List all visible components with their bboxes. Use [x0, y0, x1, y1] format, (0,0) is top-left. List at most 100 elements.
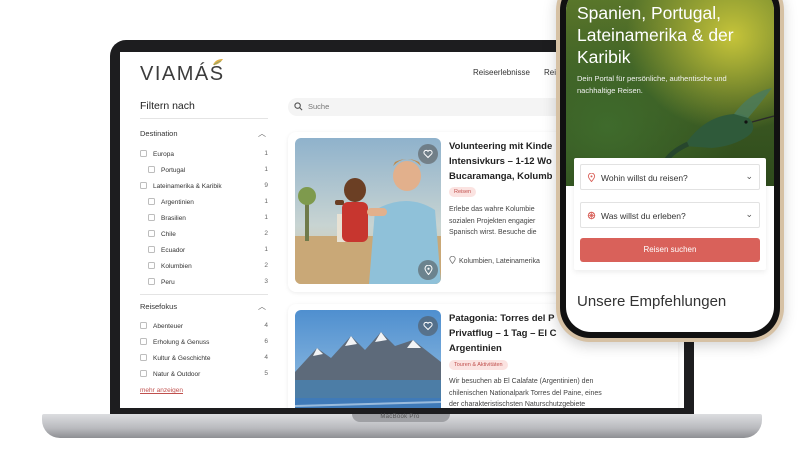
option-label: Europa: [153, 151, 174, 158]
card-location: Kolumbien, Lateinamerika: [449, 255, 540, 265]
checkbox[interactable]: [140, 182, 147, 189]
card-description: Wir besuchen ab El Calafate (Argentinien…: [449, 376, 684, 408]
checkbox[interactable]: [140, 322, 147, 329]
site-logo[interactable]: VIAMÁS: [140, 63, 225, 86]
card-desc-line: der charakteristischsten Naturschutzgebi…: [449, 401, 586, 408]
option-label: Natur & Outdoor: [153, 371, 201, 378]
checkbox[interactable]: [148, 230, 155, 237]
option-count: 2: [264, 262, 268, 269]
option-label: Lateinamerika & Karibik: [153, 183, 222, 190]
option-count: 5: [264, 370, 268, 377]
search-icon: [294, 102, 303, 111]
option-count: 4: [264, 354, 268, 361]
filter-option-kultur[interactable]: Kultur & Geschichte: [140, 354, 210, 362]
option-count: 3: [264, 278, 268, 285]
search-input[interactable]: [308, 102, 508, 111]
option-count: 9: [264, 182, 268, 189]
card-title-line: Argentinien: [449, 343, 502, 354]
option-count: 1: [264, 150, 268, 157]
option-label: Ecuador: [161, 247, 186, 254]
checkbox[interactable]: [148, 278, 155, 285]
phone-screen: Spanien, Portugal, Lateinamerika & der K…: [566, 0, 774, 332]
option-label: Brasilien: [161, 215, 186, 222]
option-label: Portugal: [161, 167, 186, 174]
laptop-brand-label: MacBook Pro: [380, 414, 420, 420]
destination-select-value: Wohin willst du reisen?: [601, 173, 688, 183]
filter-group-reisefokus[interactable]: Reisefokus ︿: [140, 302, 268, 311]
filter-group-destination[interactable]: Destination ︿: [140, 129, 268, 138]
filter-group-label: Destination: [140, 129, 178, 138]
option-label: Kolumbien: [161, 263, 192, 270]
card-desc-line: Wir besuchen ab El Calafate (Argentinien…: [449, 378, 594, 385]
option-label: Chile: [161, 231, 176, 238]
search-bar[interactable]: [288, 98, 588, 116]
heart-icon: [423, 149, 433, 159]
location-text: Kolumbien, Lateinamerika: [459, 258, 540, 265]
filter-option-brasilien[interactable]: Brasilien: [148, 214, 186, 222]
option-count: 4: [264, 322, 268, 329]
filter-option-abenteuer[interactable]: Abenteuer: [140, 322, 183, 330]
checkbox[interactable]: [140, 338, 147, 345]
filter-option-portugal[interactable]: Portugal: [148, 166, 185, 174]
option-label: Argentinien: [161, 199, 194, 206]
checkbox[interactable]: [140, 354, 147, 361]
recommendations-heading: Unsere Empfehlungen: [577, 293, 727, 310]
option-count: 2: [264, 230, 268, 237]
filter-option-ecuador[interactable]: Ecuador: [148, 246, 185, 254]
star-icon: [587, 211, 596, 220]
hummingbird-image: [664, 88, 774, 166]
checkbox[interactable]: [148, 246, 155, 253]
nav-reiseerlebnisse[interactable]: Reiseerlebnisse: [473, 68, 530, 77]
filter-group-label: Reisefokus: [140, 302, 178, 311]
filter-option-peru[interactable]: Peru: [148, 278, 175, 286]
search-trips-button[interactable]: Reisen suchen: [580, 238, 760, 262]
map-location-button[interactable]: [418, 260, 438, 280]
experience-select-value: Was willst du erleben?: [601, 211, 686, 221]
destination-select[interactable]: Wohin willst du reisen? ⌄: [580, 164, 760, 190]
filter-option-erholung[interactable]: Erholung & Genuss: [140, 338, 209, 346]
divider: [140, 118, 268, 119]
checkbox[interactable]: [148, 198, 155, 205]
option-count: 1: [264, 198, 268, 205]
chevron-down-icon: ⌄: [745, 171, 753, 181]
location-pin-icon: [423, 265, 433, 275]
checkbox[interactable]: [140, 150, 147, 157]
option-label: Abenteuer: [153, 323, 183, 330]
location-pin-icon: [587, 173, 596, 182]
chevron-up-icon: ︿: [258, 129, 266, 138]
filter-option-kolumbien[interactable]: Kolumbien: [148, 262, 192, 270]
filter-title: Filtern nach: [140, 100, 195, 112]
option-label: Peru: [161, 279, 175, 286]
search-form: Wohin willst du reisen? ⌄ Was willst du …: [574, 158, 766, 270]
checkbox[interactable]: [140, 370, 147, 377]
option-count: 1: [264, 166, 268, 173]
chevron-up-icon: ︿: [258, 302, 266, 311]
checkbox[interactable]: [148, 166, 155, 173]
trip-photo-patagonia[interactable]: [295, 310, 441, 408]
option-label: Erholung & Genuss: [153, 339, 210, 346]
filter-option-natur[interactable]: Natur & Outdoor: [140, 370, 200, 378]
option-label: Kultur & Geschichte: [153, 355, 211, 362]
divider: [140, 294, 268, 295]
checkbox[interactable]: [148, 262, 155, 269]
leaf-icon: [213, 59, 223, 66]
hero-title: Spanien, Portugal, Lateinamerika & der K…: [577, 3, 734, 67]
card-desc-line: chilenischen Nationalpark Torres del Pai…: [449, 389, 602, 397]
heart-icon: [423, 321, 433, 331]
chevron-down-icon: ⌄: [745, 209, 753, 219]
option-count: 1: [264, 246, 268, 253]
checkbox[interactable]: [148, 214, 155, 221]
show-more-link[interactable]: mehr anzeigen: [140, 387, 183, 394]
option-count: 6: [264, 338, 268, 345]
category-tag: Reisen: [449, 187, 477, 197]
option-count: 1: [264, 214, 268, 221]
experience-select[interactable]: Was willst du erleben? ⌄: [580, 202, 760, 228]
filter-option-chile[interactable]: Chile: [148, 230, 176, 238]
filter-option-argentinien[interactable]: Argentinien: [148, 198, 194, 206]
favorite-button[interactable]: [418, 144, 438, 164]
filter-option-europa[interactable]: Europa: [140, 150, 174, 158]
favorite-button[interactable]: [418, 316, 438, 336]
filter-option-lateinamerika[interactable]: Lateinamerika & Karibik: [140, 182, 222, 190]
hero-subtitle: Dein Portal für persönliche, authentisch…: [577, 74, 727, 95]
trip-photo-volunteering[interactable]: [295, 138, 441, 284]
